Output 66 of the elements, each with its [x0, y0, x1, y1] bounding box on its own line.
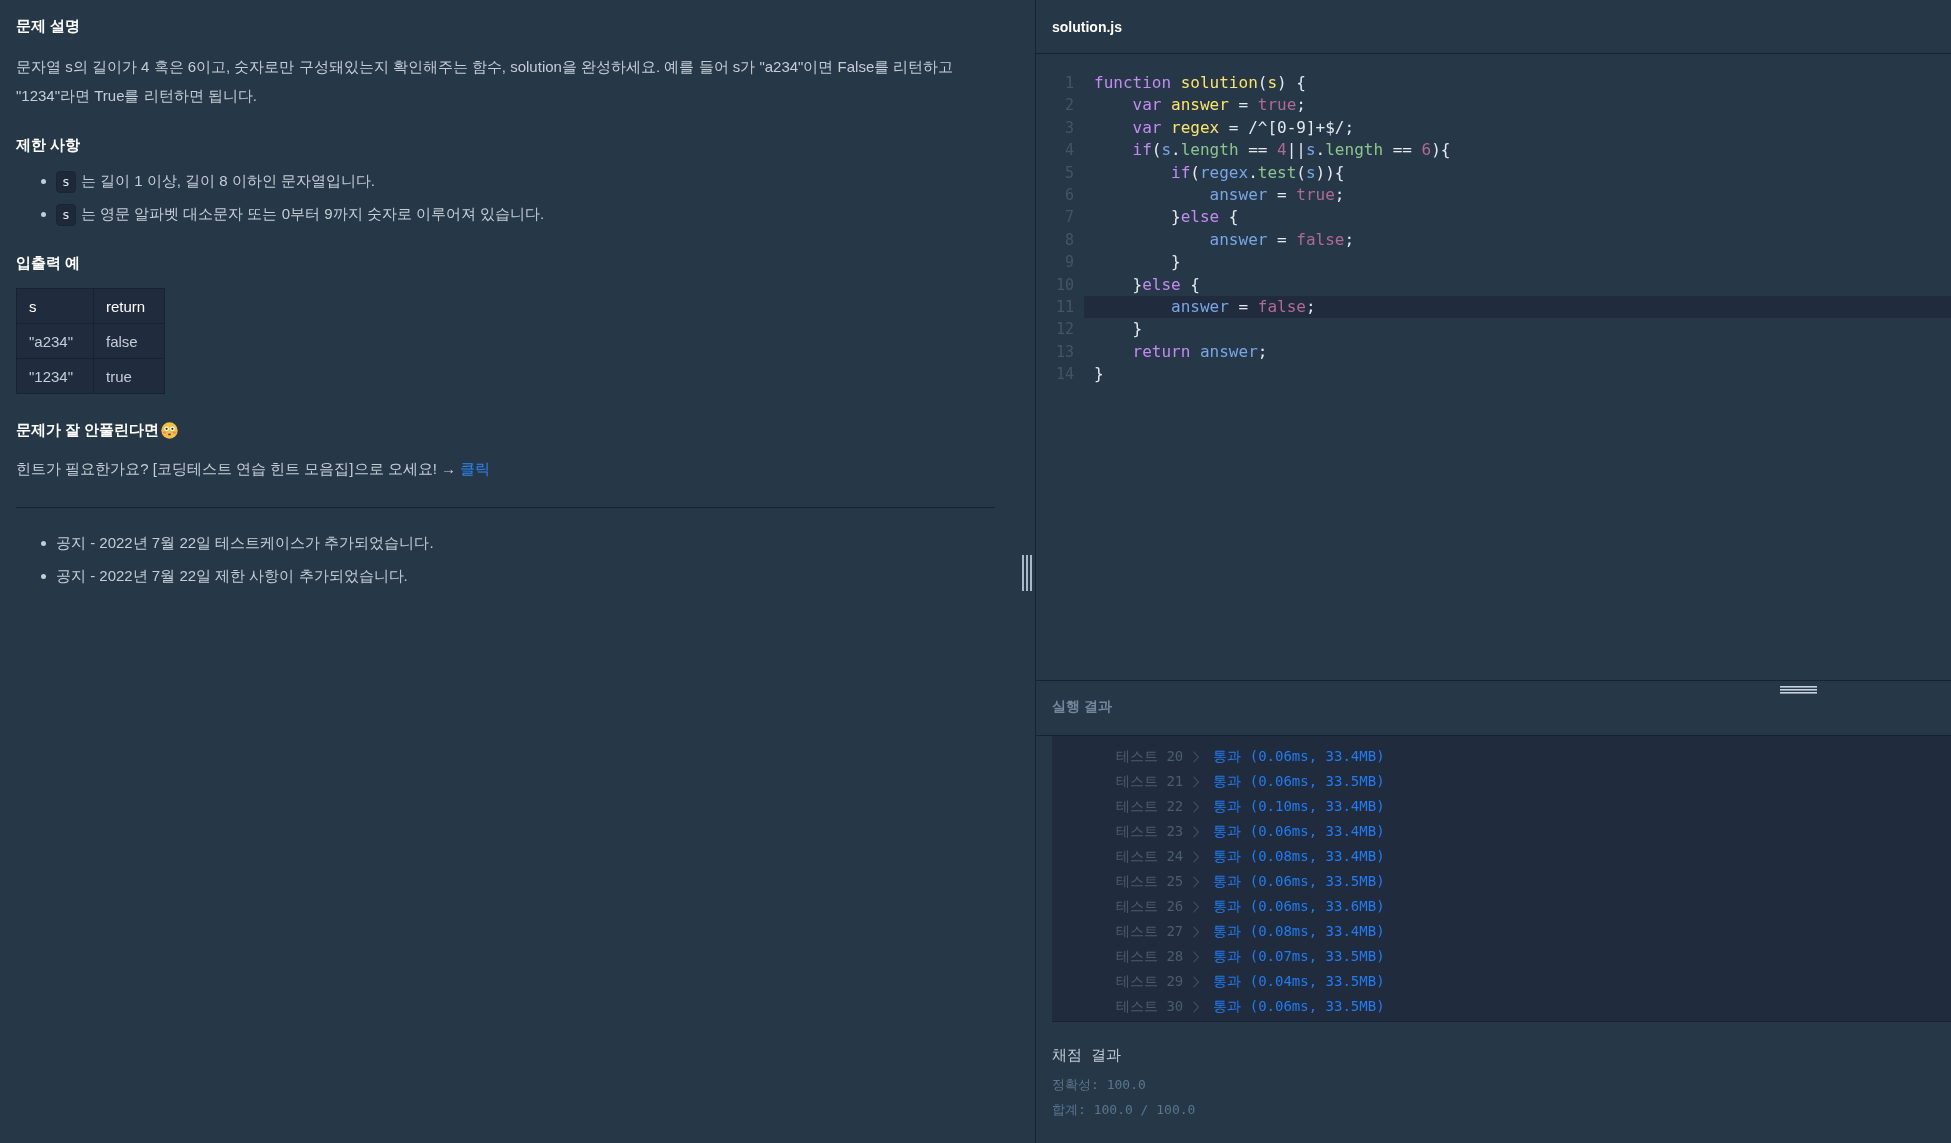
inline-code: s [56, 170, 76, 193]
code-line: var answer = true; [1131, 94, 1307, 117]
score-text: 합계: 100.0 / 100.0 [1052, 1101, 1196, 1119]
code-line: if(s.length == 4||s.length == 6){ [1131, 139, 1452, 162]
list-item-text: 는 영문 알파벳 대소문자 또는 0부터 9까지 숫자로 이루어져 있습니다. [80, 205, 545, 224]
column-header: s [16, 288, 94, 324]
test-result: 통과 (0.07ms, 33.5MB) [1213, 947, 1385, 966]
code-line: if(regex.test(s)){ [1170, 161, 1346, 184]
table-cell: false [93, 323, 165, 359]
code-line: function solution(s) { [1093, 72, 1307, 94]
test-result: 통과 (0.06ms, 33.4MB) [1213, 822, 1385, 841]
code-line: } [1170, 251, 1182, 274]
code-line: } [1131, 318, 1144, 341]
test-result: 통과 (0.08ms, 33.4MB) [1213, 922, 1385, 941]
chevron-right-icon [1193, 1000, 1200, 1013]
chevron-right-icon [1193, 775, 1200, 788]
section-title: 제한 사항 [16, 135, 81, 155]
chevron-right-icon [1193, 950, 1200, 963]
test-result: 통과 (0.06ms, 33.6MB) [1213, 897, 1385, 916]
section-title: 문제가 잘 안풀린다면 [16, 420, 160, 440]
chevron-right-icon [1193, 850, 1200, 863]
drag-handle-icon[interactable] [1022, 555, 1032, 591]
code-line: }else { [1170, 206, 1240, 229]
table-cell: "a234" [16, 323, 94, 359]
hint-text: 힌트가 필요한가요? [코딩테스트 연습 힌트 모음집]으로 오세요! → 클릭 [16, 459, 491, 479]
chevron-right-icon [1193, 975, 1200, 988]
bullet-icon [41, 541, 46, 546]
bullet-icon [41, 574, 46, 579]
file-name: solution.js [1052, 18, 1122, 35]
code-line: var regex = /^[0-9]+$/; [1131, 116, 1356, 139]
table-cell: "1234" [16, 358, 94, 394]
code-line: return answer; [1131, 340, 1269, 363]
chevron-right-icon [1193, 825, 1200, 838]
test-result: 통과 (0.06ms, 33.5MB) [1213, 872, 1385, 891]
notice-text: 공지 - 2022년 7월 22일 제한 사항이 추가되었습니다. [56, 567, 408, 586]
section-title: 실행 결과 [1052, 697, 1112, 716]
chevron-right-icon [1193, 800, 1200, 813]
chevron-right-icon [1193, 925, 1200, 938]
score-text: 정확성: 100.0 [1052, 1076, 1146, 1094]
problem-description: 문자열 s의 길이가 4 혹은 6이고, 숫자로만 구성돼있는지 확인해주는 함수, solution을 완성하세요. 예를 들어 s가 "a234"이면 False를 리턴하고 "1234"라면 True를 리턴하면 됩니다. [16, 57, 955, 106]
test-result: 통과 (0.04ms, 33.5MB) [1213, 972, 1385, 991]
chevron-right-icon [1193, 750, 1200, 763]
flushed-face-icon [161, 421, 179, 439]
code-line: answer = false; [1208, 228, 1356, 251]
inline-code: s [56, 203, 76, 226]
drag-handle-icon[interactable] [1780, 686, 1817, 694]
table-cell: true [93, 358, 165, 394]
bullet-icon [41, 179, 46, 184]
list-item-text: 는 길이 1 이상, 길이 8 이하인 문자열입니다. [80, 172, 376, 191]
test-result: 통과 (0.06ms, 33.4MB) [1213, 747, 1385, 766]
hint-link[interactable]: 클릭 [460, 460, 491, 477]
test-result: 통과 (0.08ms, 33.4MB) [1213, 847, 1385, 866]
section-title: 문제 설명 [16, 16, 81, 36]
test-result: 통과 (0.06ms, 33.5MB) [1213, 772, 1385, 791]
test-result: 통과 (0.10ms, 33.4MB) [1213, 797, 1385, 816]
code-line: answer = true; [1208, 183, 1346, 206]
test-result: 통과 (0.06ms, 33.5MB) [1213, 997, 1385, 1016]
chevron-right-icon [1193, 900, 1200, 913]
code-line: } [1093, 363, 1105, 386]
column-header: return [93, 288, 165, 324]
bullet-icon [41, 212, 46, 217]
grading-title: 채점 결과 [1052, 1045, 1122, 1065]
chevron-right-icon [1193, 875, 1200, 888]
notice-text: 공지 - 2022년 7월 22일 테스트케이스가 추가되었습니다. [56, 534, 434, 553]
code-line: }else { [1131, 273, 1201, 296]
section-title: 입출력 예 [16, 253, 81, 273]
